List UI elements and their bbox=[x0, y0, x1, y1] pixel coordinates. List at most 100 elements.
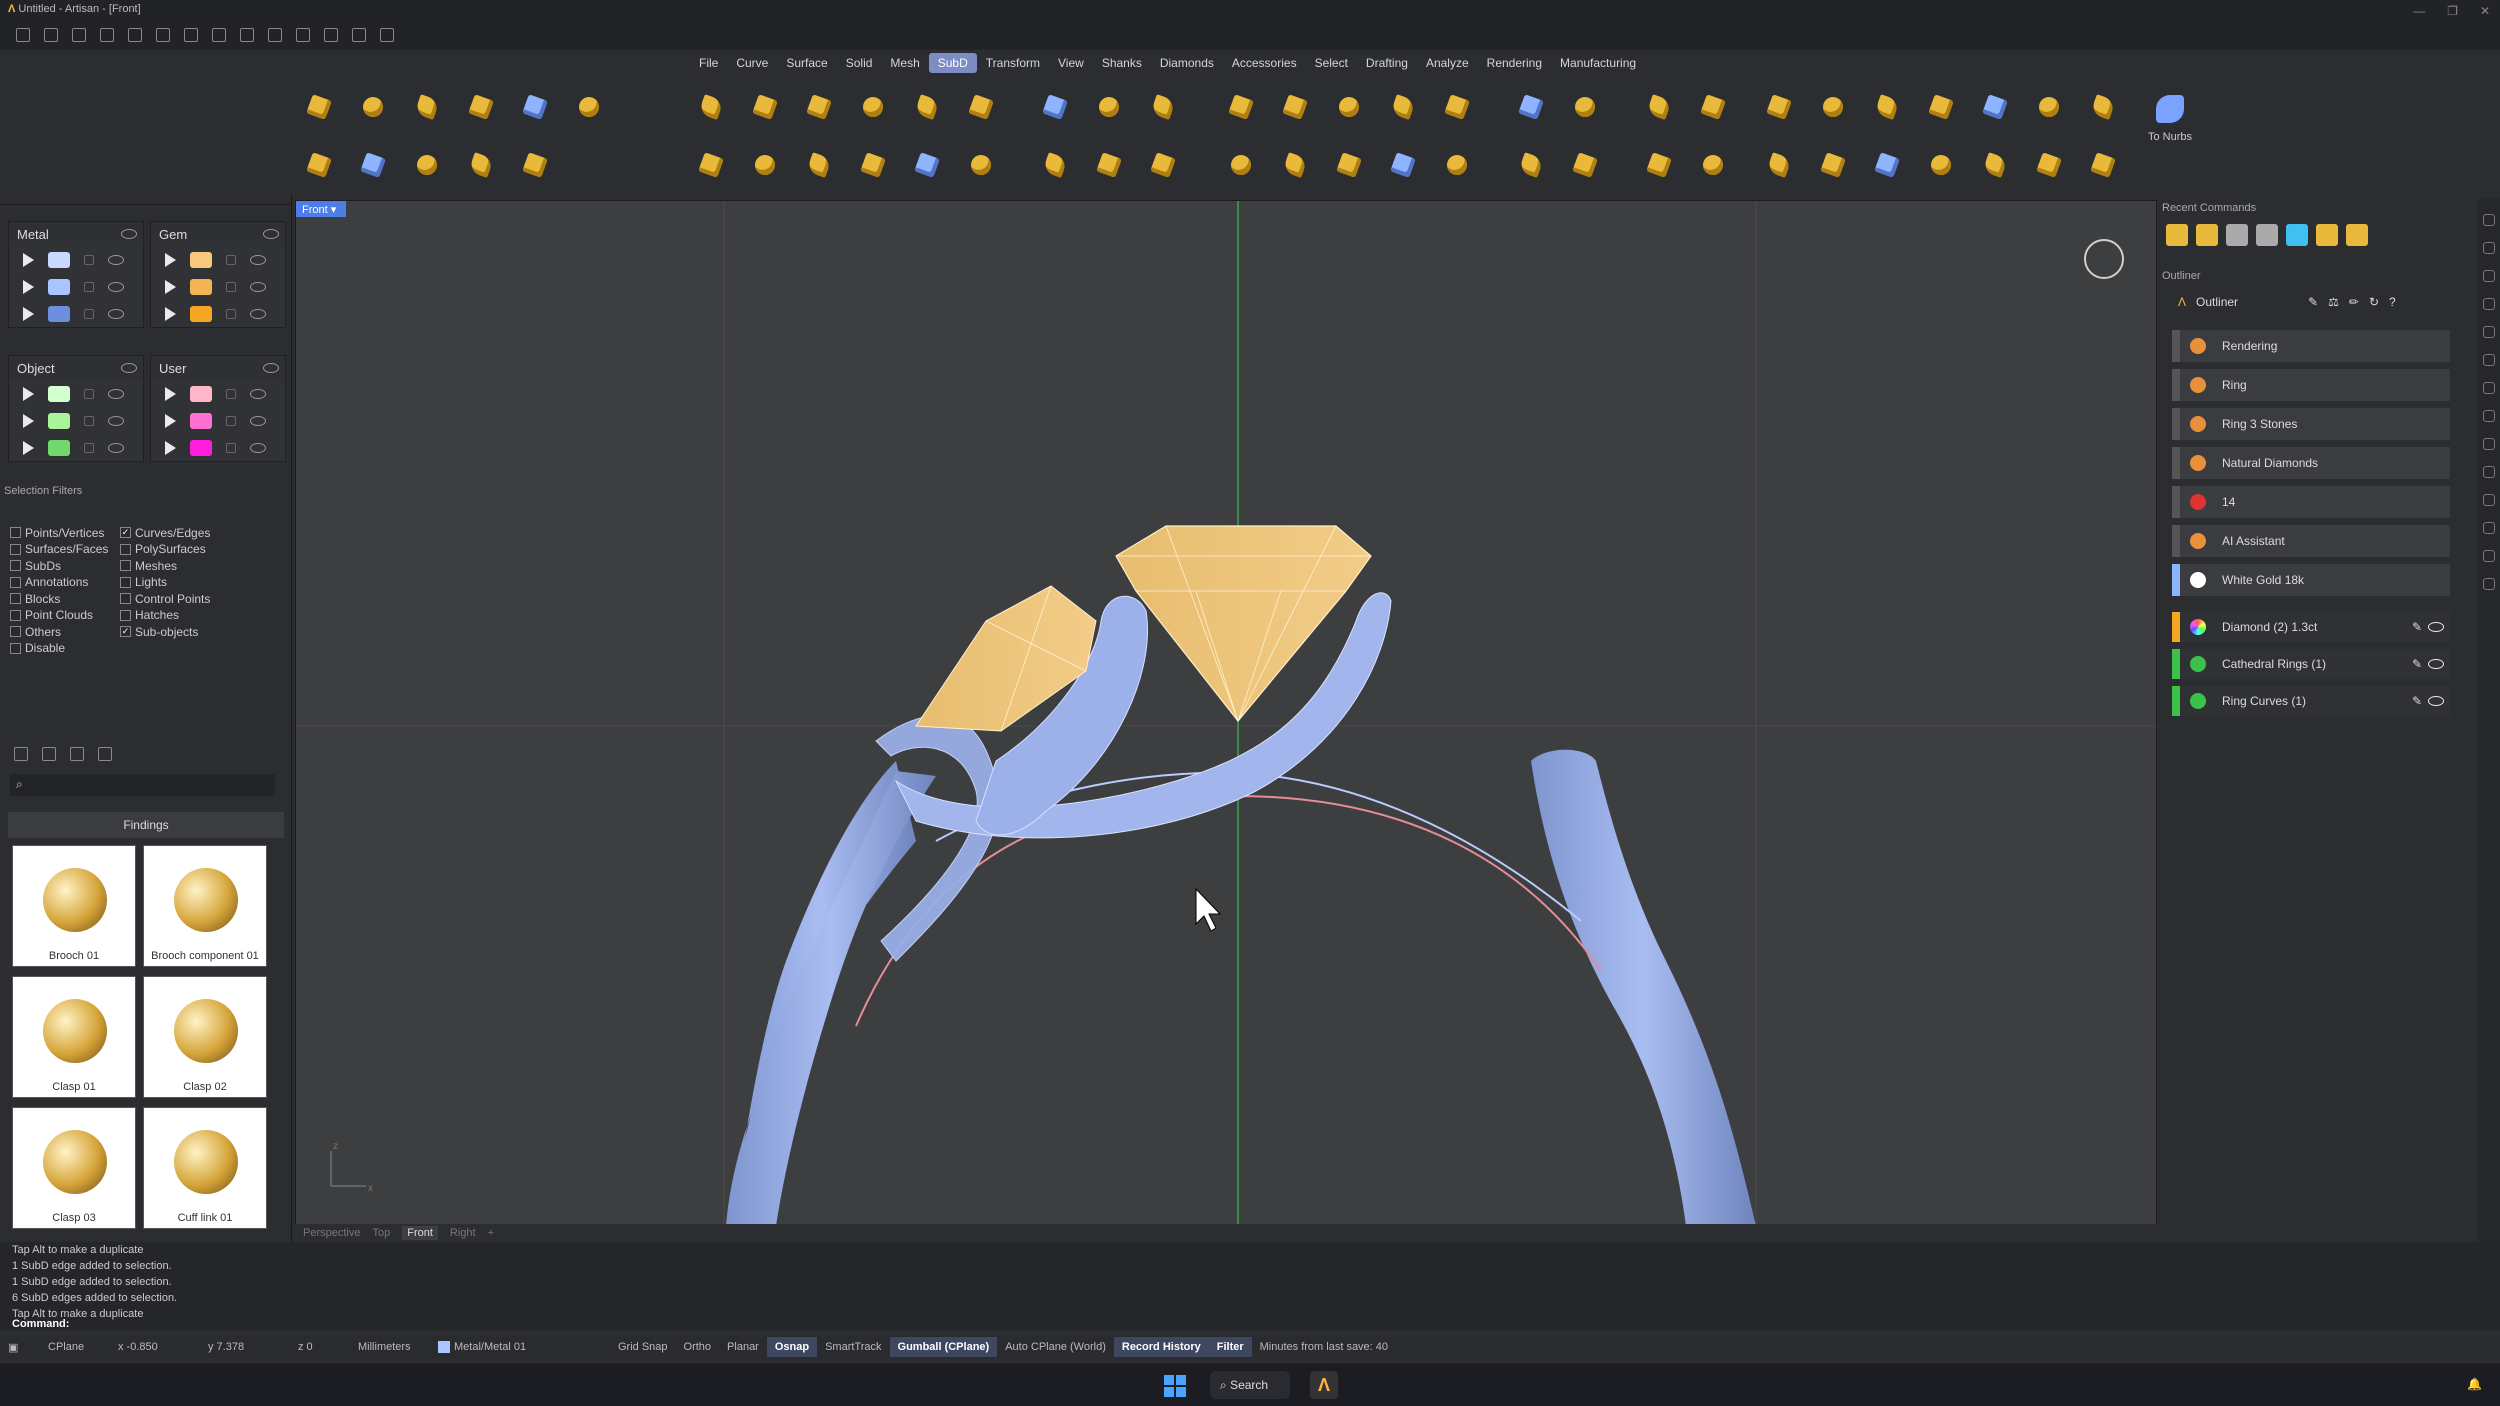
subd-tool-button[interactable] bbox=[746, 146, 784, 184]
panel-tool-icon[interactable] bbox=[2483, 214, 2495, 226]
finding-thumbnail[interactable]: Brooch component 01 bbox=[143, 845, 267, 967]
selection-filter-annotations[interactable]: Annotations bbox=[10, 575, 120, 591]
subd-tool-button[interactable] bbox=[908, 88, 946, 126]
panel-grip[interactable] bbox=[0, 195, 291, 205]
selection-filter-meshes[interactable]: Meshes bbox=[120, 558, 280, 574]
layer-color-swatch[interactable] bbox=[190, 412, 212, 429]
selection-filter-disable[interactable]: Disable bbox=[10, 641, 120, 657]
panel-tool-icon[interactable] bbox=[2483, 242, 2495, 254]
subd-tool-button[interactable] bbox=[570, 88, 608, 126]
layer-row[interactable] bbox=[9, 246, 143, 273]
outliner-row[interactable]: Rendering bbox=[2172, 330, 2450, 362]
panel-toggle-icon[interactable]: ▣ bbox=[0, 1341, 40, 1354]
current-layer[interactable]: Metal/Metal 01 bbox=[430, 1341, 610, 1354]
play-icon[interactable] bbox=[23, 413, 34, 428]
subd-tool-button[interactable] bbox=[462, 146, 500, 184]
subd-tool-button[interactable] bbox=[1438, 88, 1476, 126]
recent-command-icon[interactable] bbox=[2286, 224, 2308, 246]
gem-tool-icon[interactable] bbox=[380, 28, 394, 42]
lock-icon[interactable] bbox=[84, 281, 94, 292]
subd-tool-button[interactable] bbox=[1868, 88, 1906, 126]
lock-icon[interactable] bbox=[84, 442, 94, 453]
subd-tool-button[interactable] bbox=[2084, 88, 2122, 126]
command-prompt[interactable]: Command: bbox=[0, 1318, 2500, 1334]
layer-color-swatch[interactable] bbox=[190, 251, 212, 268]
menu-analyze[interactable]: Analyze bbox=[1417, 53, 1478, 73]
finding-thumbnail[interactable]: Clasp 02 bbox=[143, 976, 267, 1098]
findings-tab[interactable]: Findings bbox=[8, 812, 284, 838]
save-icon[interactable] bbox=[184, 28, 198, 42]
recent-command-icon[interactable] bbox=[2346, 224, 2368, 246]
panel-tool-icon[interactable] bbox=[2483, 382, 2495, 394]
play-icon[interactable] bbox=[23, 279, 34, 294]
subd-tool-button[interactable] bbox=[1922, 146, 1960, 184]
checkbox[interactable] bbox=[120, 576, 131, 588]
notification-bell-icon[interactable]: 🔔 bbox=[2467, 1377, 2482, 1391]
layer-color-swatch[interactable] bbox=[190, 439, 212, 456]
eye-icon[interactable] bbox=[108, 415, 124, 426]
eye-icon[interactable] bbox=[250, 308, 266, 319]
eye-icon[interactable] bbox=[121, 363, 137, 373]
recent-command-icon[interactable] bbox=[2196, 224, 2218, 246]
subd-tool-button[interactable] bbox=[800, 146, 838, 184]
eye-icon[interactable] bbox=[2428, 696, 2444, 706]
subd-tool-button[interactable] bbox=[300, 146, 338, 184]
finding-thumbnail[interactable]: Brooch 01 bbox=[12, 845, 136, 967]
menu-rendering[interactable]: Rendering bbox=[1478, 53, 1551, 73]
minimize-icon[interactable]: — bbox=[2413, 4, 2425, 18]
subd-tool-button[interactable] bbox=[1566, 146, 1604, 184]
menu-surface[interactable]: Surface bbox=[777, 53, 836, 73]
edit-icon[interactable]: ✏ bbox=[2349, 295, 2359, 309]
new-template-icon[interactable] bbox=[44, 28, 58, 42]
subd-tool-button[interactable] bbox=[516, 88, 554, 126]
close-icon[interactable]: ✕ bbox=[2480, 4, 2490, 18]
auto-cplane-toggle[interactable]: Auto CPlane (World) bbox=[997, 1341, 1114, 1353]
menu-file[interactable]: File bbox=[690, 53, 727, 73]
subd-tool-button[interactable] bbox=[300, 88, 338, 126]
record-history-toggle[interactable]: Record History bbox=[1113, 1337, 1209, 1357]
subd-tool-button[interactable] bbox=[1438, 146, 1476, 184]
filter-toggle[interactable]: Filter bbox=[1208, 1337, 1252, 1357]
layer-row[interactable] bbox=[151, 300, 285, 327]
lock-icon[interactable] bbox=[226, 308, 236, 319]
subd-tool-button[interactable] bbox=[962, 146, 1000, 184]
panel-tool-icon[interactable] bbox=[2483, 410, 2495, 422]
outliner-row[interactable]: AI Assistant bbox=[2172, 525, 2450, 557]
subd-tool-button[interactable] bbox=[1976, 88, 2014, 126]
transform-tool-icon[interactable] bbox=[296, 28, 310, 42]
selection-filter-others[interactable]: Others bbox=[10, 624, 120, 640]
subd-tool-button[interactable] bbox=[2030, 88, 2068, 126]
subd-tool-button[interactable] bbox=[1330, 88, 1368, 126]
play-icon[interactable] bbox=[165, 252, 176, 267]
scale-icon[interactable]: ⚖ bbox=[2328, 295, 2339, 309]
viewport-label[interactable]: Front ▾ bbox=[296, 201, 346, 217]
checkbox[interactable] bbox=[10, 609, 21, 621]
eye-icon[interactable] bbox=[250, 415, 266, 426]
taskbar-search[interactable]: ⌕ Search bbox=[1210, 1371, 1290, 1399]
layer-color-swatch[interactable] bbox=[48, 251, 70, 268]
refresh-icon[interactable]: ↻ bbox=[2369, 295, 2379, 309]
play-icon[interactable] bbox=[23, 386, 34, 401]
layer-color-swatch[interactable] bbox=[48, 305, 70, 322]
subd-tool-button[interactable] bbox=[746, 88, 784, 126]
subd-tool-button[interactable] bbox=[1222, 88, 1260, 126]
selection-filter-control-points[interactable]: Control Points bbox=[120, 591, 280, 607]
menu-shanks[interactable]: Shanks bbox=[1093, 53, 1151, 73]
subd-tool-button[interactable] bbox=[1036, 88, 1074, 126]
checkbox[interactable] bbox=[10, 527, 21, 539]
eye-icon[interactable] bbox=[2428, 659, 2444, 669]
menu-drafting[interactable]: Drafting bbox=[1357, 53, 1417, 73]
undo-icon[interactable] bbox=[128, 28, 142, 42]
subd-tool-button[interactable] bbox=[1384, 88, 1422, 126]
layer-color-swatch[interactable] bbox=[190, 278, 212, 295]
grid-view-icon[interactable] bbox=[98, 747, 112, 761]
eye-icon[interactable] bbox=[108, 388, 124, 399]
viewport-tab-add[interactable]: + bbox=[488, 1227, 494, 1239]
add-folder-icon[interactable] bbox=[42, 747, 56, 761]
menu-accessories[interactable]: Accessories bbox=[1223, 53, 1306, 73]
lock-icon[interactable] bbox=[84, 254, 94, 265]
render-tool-icon[interactable] bbox=[352, 28, 366, 42]
gumball-indicator-icon[interactable] bbox=[2084, 239, 2124, 279]
library-search-input[interactable]: ⌕ bbox=[10, 774, 275, 796]
gumball-toggle[interactable]: Gumball (CPlane) bbox=[889, 1337, 998, 1357]
